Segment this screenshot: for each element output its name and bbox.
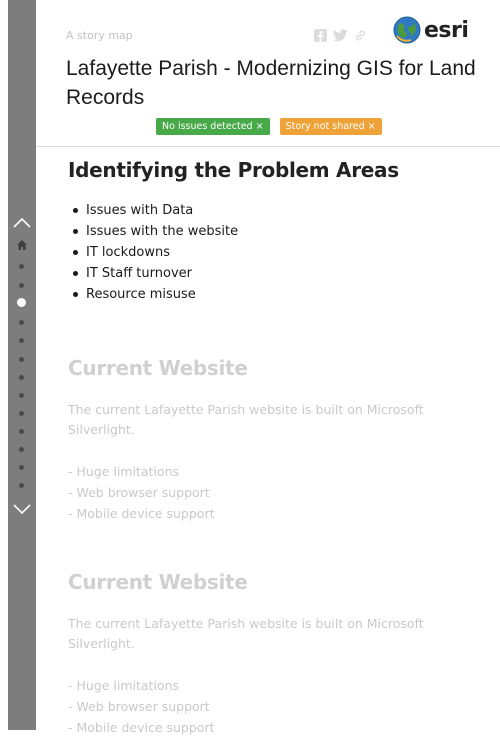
list-item: - Web browser support	[68, 699, 210, 714]
nav-dot-active[interactable]	[17, 298, 26, 307]
section-problem-areas: Identifying the Problem Areas Issues wit…	[68, 158, 480, 305]
nav-dot[interactable]	[19, 483, 24, 488]
twitter-icon[interactable]	[333, 27, 348, 46]
list-item: Resource misuse	[73, 284, 480, 305]
section-title: Current Website	[68, 570, 248, 594]
chevron-down-icon[interactable]	[8, 503, 36, 515]
list-item: - Web browser support	[68, 485, 210, 500]
esri-brand-text: esri	[424, 17, 469, 43]
status-badges: No issues detected × Story not shared ×	[156, 118, 382, 135]
status-badge-issues[interactable]: No issues detected ×	[156, 118, 270, 135]
home-icon[interactable]	[16, 239, 28, 251]
list-item: - Mobile device support	[68, 506, 215, 521]
navigation-rail	[8, 0, 36, 730]
section-paragraph: The current Lafayette Parish website is …	[68, 616, 424, 651]
nav-dot[interactable]	[19, 283, 24, 288]
facebook-icon[interactable]	[314, 27, 327, 46]
nav-dot[interactable]	[19, 264, 24, 269]
section-title: Identifying the Problem Areas	[68, 158, 399, 182]
limitations-list: - Huge limitations - Web browser support…	[68, 675, 480, 738]
list-item: IT Staff turnover	[73, 263, 480, 284]
nav-dot[interactable]	[19, 375, 24, 380]
status-badge-sharing[interactable]: Story not shared ×	[279, 118, 382, 135]
nav-dot[interactable]	[19, 465, 24, 470]
list-item: - Huge limitations	[68, 678, 180, 693]
esri-logo[interactable]: esri	[393, 16, 469, 44]
section-title: Current Website	[68, 356, 248, 380]
globe-icon	[393, 16, 421, 44]
nav-dot[interactable]	[19, 429, 24, 434]
story-header: A story map esri Lafayette Parish - Mode…	[36, 0, 500, 147]
limitations-list: - Huge limitations - Web browser support…	[68, 461, 480, 524]
nav-dot[interactable]	[19, 393, 24, 398]
chevron-up-icon[interactable]	[8, 216, 36, 228]
list-item: Issues with the website	[73, 221, 480, 242]
list-item: - Mobile device support	[68, 720, 215, 735]
nav-dot[interactable]	[19, 411, 24, 416]
list-item: IT lockdowns	[73, 242, 480, 263]
story-title: Lafayette Parish - Modernizing GIS for L…	[66, 57, 476, 109]
list-item: - Huge limitations	[68, 464, 180, 479]
story-kicker: A story map	[66, 29, 133, 42]
section-current-website-repeat: Current Website The current Lafayette Pa…	[68, 570, 480, 738]
nav-dot[interactable]	[19, 338, 24, 343]
nav-dot[interactable]	[19, 447, 24, 452]
problem-list: Issues with Data Issues with the website…	[68, 200, 480, 305]
share-bar	[314, 27, 367, 46]
nav-dot[interactable]	[19, 320, 24, 325]
link-icon[interactable]	[354, 27, 367, 46]
section-paragraph: The current Lafayette Parish website is …	[68, 402, 424, 437]
nav-dot[interactable]	[19, 357, 24, 362]
list-item: Issues with Data	[73, 200, 480, 221]
section-current-website: Current Website The current Lafayette Pa…	[68, 356, 480, 524]
